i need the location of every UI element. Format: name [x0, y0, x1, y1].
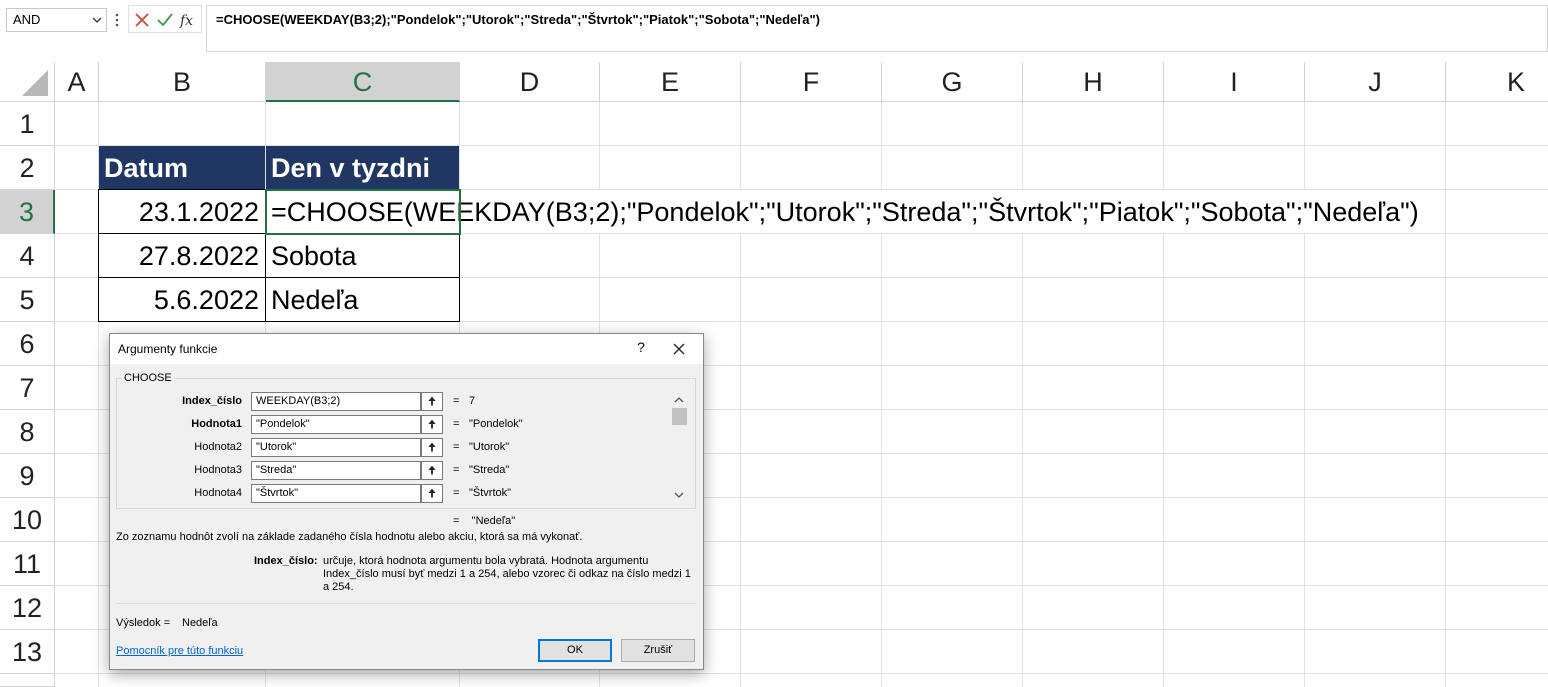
collapse-dialog-icon[interactable]: [421, 484, 443, 503]
ok-button[interactable]: OK: [538, 639, 612, 662]
column-header-h[interactable]: H: [1023, 62, 1164, 102]
gridline: [55, 321, 1548, 322]
cell-c2[interactable]: Den v tyzdni: [266, 146, 459, 189]
arg-result-hodnota1: "Pondelok": [469, 418, 523, 430]
collapse-dialog-icon[interactable]: [421, 392, 443, 411]
scroll-thumb: [672, 408, 687, 425]
scroll-down-icon: [674, 492, 684, 498]
function-description: Zo zoznamu hodnôt zvolí na základe zadan…: [116, 531, 583, 543]
formula-bar: AND fx =CHOOSE(WEEKDAY(B3;2);"Pondelok";…: [0, 0, 1548, 62]
arg-label-hodnota1: Hodnota1: [191, 418, 242, 430]
arg-description-line: a 254.: [323, 581, 354, 593]
collapse-dialog-icon[interactable]: [421, 438, 443, 457]
collapse-dialog-icon[interactable]: [421, 415, 443, 434]
arg-result-hodnota2: "Utorok": [469, 441, 510, 453]
row-header-9[interactable]: 9: [0, 454, 55, 498]
row-header-5[interactable]: 5: [0, 278, 55, 322]
column-header-k[interactable]: K: [1446, 62, 1548, 102]
row-header-12[interactable]: 12: [0, 586, 55, 630]
select-all-triangle-icon: [22, 70, 48, 96]
result-label: Výsledok =: [116, 617, 171, 629]
chevron-down-icon[interactable]: [92, 16, 102, 24]
arguments-scrollbar[interactable]: [670, 392, 688, 504]
arg-label-hodnota4: Hodnota4: [194, 487, 242, 499]
collapse-dialog-icon[interactable]: [421, 461, 443, 480]
formula-result-value: "Nedeľa": [471, 515, 516, 527]
check-icon[interactable]: [154, 9, 176, 31]
name-box-value: AND: [13, 12, 41, 27]
row-header-6[interactable]: 6: [0, 322, 55, 366]
arg-equals: =: [453, 418, 460, 430]
arg-result-hodnota3: "Streda": [469, 464, 510, 476]
arg-description-label: Index_číslo:: [254, 555, 318, 567]
gridline: [55, 673, 1548, 674]
arg-label-hodnota2: Hodnota2: [194, 441, 242, 453]
column-header-b[interactable]: B: [99, 62, 266, 102]
function-name: CHOOSE: [122, 372, 174, 384]
cell-c5[interactable]: Nedeľa: [266, 278, 459, 321]
arg-result-hodnota4: "Štvrtok": [469, 487, 512, 499]
row-header-13[interactable]: 13: [0, 630, 55, 674]
more-vertical-icon[interactable]: [114, 12, 120, 28]
column-header-i[interactable]: I: [1164, 62, 1305, 102]
fx-icon[interactable]: fx: [177, 9, 199, 31]
row-header-1[interactable]: 1: [0, 102, 55, 146]
arg-result-index: 7: [469, 395, 476, 407]
row-header-3[interactable]: 3: [0, 190, 55, 234]
arg-input-hodnota1[interactable]: "Pondelok": [251, 415, 421, 434]
cell-b3[interactable]: 23.1.2022: [99, 190, 265, 233]
dialog-title: Argumenty funkcie: [118, 342, 218, 356]
column-header-g[interactable]: G: [882, 62, 1023, 102]
row-header-8[interactable]: 8: [0, 410, 55, 454]
arg-equals: =: [453, 487, 460, 499]
help-button[interactable]: ?: [630, 339, 652, 359]
arg-equals: =: [453, 464, 460, 476]
column-header-f[interactable]: F: [741, 62, 882, 102]
separator: [116, 603, 696, 604]
arg-description: určuje, ktorá hodnota argumentu bola vyb…: [323, 555, 703, 594]
column-header-a[interactable]: A: [55, 62, 99, 102]
arg-input-hodnota3[interactable]: "Streda": [251, 461, 421, 480]
formula-result-equals: =: [453, 515, 460, 527]
cell-b4[interactable]: 27.8.2022: [99, 234, 265, 277]
help-link[interactable]: Pomocník pre túto funkciu: [116, 645, 243, 657]
close-icon[interactable]: [670, 340, 688, 358]
arg-description-line: určuje, ktorá hodnota argumentu bola vyb…: [323, 555, 649, 567]
column-header-c[interactable]: C: [266, 62, 460, 102]
arg-description-line: Index_číslo musí byť medzi 1 a 254, aleb…: [323, 568, 691, 580]
cell-b2[interactable]: Datum: [99, 146, 265, 189]
result-value: Nedeľa: [182, 617, 218, 629]
arg-input-hodnota2[interactable]: "Utorok": [251, 438, 421, 457]
fx-label: fx: [179, 13, 193, 29]
dialog-titlebar[interactable]: Argumenty funkcie ?: [110, 334, 703, 364]
formula-buttons: fx: [128, 5, 202, 33]
row-header-2[interactable]: 2: [0, 146, 55, 190]
cell-c4[interactable]: Sobota: [266, 234, 459, 277]
row-header-10[interactable]: 10: [0, 498, 55, 542]
arg-equals: =: [453, 441, 460, 453]
name-box[interactable]: AND: [6, 8, 107, 32]
row-header-14[interactable]: [0, 674, 55, 687]
row-header-7[interactable]: 7: [0, 366, 55, 410]
x-icon[interactable]: [131, 9, 153, 31]
cancel-button[interactable]: Zrušiť: [621, 639, 695, 662]
arg-equals: =: [453, 395, 460, 407]
arg-label-index: Index_číslo: [182, 395, 242, 407]
arg-label-hodnota3: Hodnota3: [194, 464, 242, 476]
cell-c3[interactable]: =CHOOSE(WEEKDAY(B3;2);"Pondelok";"Utorok…: [266, 190, 1419, 233]
scroll-up-icon: [674, 397, 684, 403]
row-header-11[interactable]: 11: [0, 542, 55, 586]
formula-input[interactable]: =CHOOSE(WEEKDAY(B3;2);"Pondelok";"Utorok…: [206, 5, 1548, 52]
arg-input-index[interactable]: WEEKDAY(B3;2): [251, 392, 421, 411]
select-all-corner[interactable]: [0, 62, 55, 102]
row-header-4[interactable]: 4: [0, 234, 55, 278]
function-arguments-dialog: Argumenty funkcie ? CHOOSE Index_číslo W…: [109, 333, 704, 670]
column-header-e[interactable]: E: [600, 62, 741, 102]
column-header-j[interactable]: J: [1305, 62, 1446, 102]
column-header-d[interactable]: D: [460, 62, 600, 102]
arg-input-hodnota4[interactable]: "Štvrtok": [251, 484, 421, 503]
formula-result: = "Nedeľa": [453, 515, 515, 527]
cell-b5[interactable]: 5.6.2022: [99, 278, 265, 321]
